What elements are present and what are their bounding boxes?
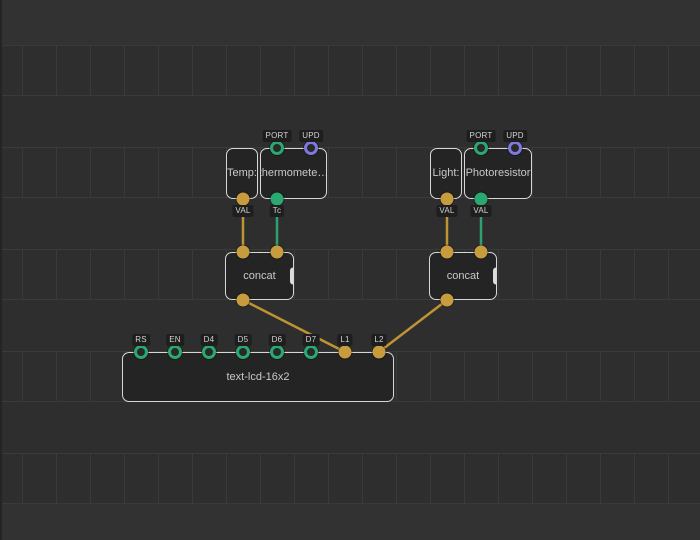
pin-concat2-output[interactable] [441,294,454,307]
pin-label-d7: D7 [303,334,320,346]
pin-label-d4: D4 [201,334,218,346]
pin-label-d6: D6 [269,334,286,346]
pin-thermometer-tc-output[interactable] [271,193,284,206]
patch-canvas[interactable]: Temp: thermomete… Light: Photoresistor c… [0,0,700,540]
wire-concat2-to-lcd-l2[interactable] [379,300,447,352]
pin-label-port: PORT [263,130,292,142]
pin-concat1-output[interactable] [237,294,250,307]
pin-label-d5: D5 [235,334,252,346]
pin-lcd-d4-input[interactable] [202,345,216,359]
pin-label-port: PORT [467,130,496,142]
pin-label-l2: L2 [371,334,386,346]
pin-label-upd: UPD [503,130,527,142]
pin-label-upd: UPD [299,130,323,142]
pin-light-val-output[interactable] [441,193,454,206]
pin-lcd-en-input[interactable] [168,345,182,359]
pin-lcd-d6-input[interactable] [270,345,284,359]
pin-temp-val-output[interactable] [237,193,250,206]
pin-concat1-input-1[interactable] [237,246,250,259]
pin-lcd-l1-input[interactable] [339,346,352,359]
pin-label-tc: Tc [270,205,284,217]
pin-label-val: VAL [232,205,253,217]
pin-label-val: VAL [470,205,491,217]
pin-lcd-rs-input[interactable] [134,345,148,359]
pin-label-en: EN [166,334,184,346]
pin-photoresistor-port-input[interactable] [474,141,488,155]
pin-concat1-input-2[interactable] [271,246,284,259]
pin-lcd-d5-input[interactable] [236,345,250,359]
wire-concat1-to-lcd-l1[interactable] [243,300,345,352]
pin-photoresistor-upd-input[interactable] [508,141,522,155]
pin-lcd-d7-input[interactable] [304,345,318,359]
pin-photoresistor-val-output[interactable] [475,193,488,206]
pin-thermometer-upd-input[interactable] [304,141,318,155]
pin-label-val: VAL [436,205,457,217]
pin-lcd-l2-input[interactable] [373,346,386,359]
pin-concat2-input-1[interactable] [441,246,454,259]
pin-label-l1: L1 [337,334,352,346]
pin-thermometer-port-input[interactable] [270,141,284,155]
pin-concat2-input-2[interactable] [475,246,488,259]
wire-layer [0,0,700,540]
pin-label-rs: RS [132,334,150,346]
